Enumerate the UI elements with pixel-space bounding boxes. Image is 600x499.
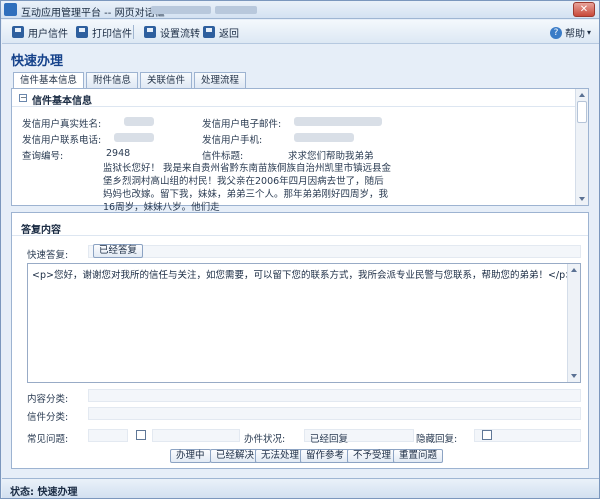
chevron-down-icon: ▾ — [586, 28, 591, 37]
reject-button[interactable]: 不予受理 — [347, 449, 398, 463]
save-icon — [76, 26, 88, 38]
redacted-value — [124, 117, 154, 126]
blurred-title-segment — [151, 6, 211, 14]
letter-info-scrollbar[interactable] — [575, 89, 588, 205]
scroll-up-icon[interactable] — [571, 268, 577, 272]
scroll-up-icon[interactable] — [579, 93, 585, 97]
resolved-button[interactable]: 已经解决 — [210, 449, 261, 463]
set-flow-label: 设置流转 — [160, 28, 200, 40]
tab-process-flow[interactable]: 处理流程 — [194, 72, 247, 88]
back-label: 返回 — [219, 28, 239, 40]
help-icon: ? — [549, 26, 562, 39]
letter-category-label: 信件分类: — [27, 412, 69, 423]
content-category-label: 内容分类: — [27, 394, 69, 405]
close-button[interactable]: ✕ — [573, 2, 595, 17]
cannot-handle-button[interactable]: 无法处理 — [255, 449, 306, 463]
editor-scrollbar[interactable] — [567, 264, 580, 382]
back-button[interactable]: 返回 — [203, 25, 239, 40]
reset-question-button[interactable]: 重置问题 — [393, 449, 444, 463]
title-bar: 互动应用管理平台 -- 网页对话框 ✕ — [1, 1, 599, 19]
toolbar: 用户信件 打印信件 设置流转 返回 ? 帮助 ▾ — [2, 20, 599, 44]
user-letters-label: 用户信件 — [28, 28, 68, 40]
reply-title: 答复内容 — [21, 225, 61, 236]
subject-label: 信件标题: — [202, 151, 244, 162]
subject-value: 求求您们帮助我弟弟 — [288, 151, 374, 162]
status-bar: 状态: 快速办理 — [2, 478, 599, 498]
content-category-field[interactable] — [88, 389, 581, 402]
quick-reply-row — [88, 245, 581, 258]
keep-for-reference-button[interactable]: 留作参考 — [300, 449, 351, 463]
save-icon — [203, 26, 215, 38]
hide-reply-checkbox[interactable] — [482, 430, 492, 440]
scroll-down-icon[interactable] — [571, 374, 577, 378]
status-value: 已经回复 — [310, 434, 349, 445]
faq-label: 常见问题: — [27, 434, 69, 445]
reply-panel: 答复内容 快速答复: 已经答复 <p>您好，谢谢您对我所的信任与关注，如您需要，… — [11, 212, 589, 469]
reply-editor-text[interactable]: <p>您好，谢谢您对我所的信任与关注，如您需要，可以留下您的联系方式，我所会派专… — [32, 267, 573, 281]
faq-checkbox[interactable] — [136, 430, 146, 440]
letter-info-header: − 信件基本信息 — [12, 89, 575, 107]
blurred-title-segment — [215, 6, 257, 14]
quick-reply-label: 快速答复: — [27, 250, 69, 261]
letter-info-panel: − 信件基本信息 发信用户真实姓名: 发信用户电子邮件: 发信用户联系电话: 发… — [11, 88, 589, 213]
collapse-icon[interactable]: − — [19, 94, 27, 102]
status-text: 状态: 快速办理 — [10, 487, 78, 498]
faq-field — [88, 429, 128, 442]
phone-label: 发信用户联系电话: — [22, 135, 102, 146]
status-label: 办件状况: — [244, 434, 286, 445]
toolbar-separator — [133, 25, 134, 39]
page-title: 快速办理 — [11, 54, 64, 69]
query-no-value: 2948 — [106, 148, 131, 159]
window-title: 互动应用管理平台 -- 网页对话框 — [21, 8, 165, 19]
set-flow-button[interactable]: 设置流转 — [144, 25, 200, 40]
app-icon — [4, 3, 17, 16]
letter-content: 监狱长您好！ 我是来自贵州省黔东南苗族侗族自治州凯里市镇远县金堡乡烈洞村高山组的… — [103, 163, 392, 213]
redacted-value — [294, 117, 382, 126]
scroll-thumb[interactable] — [577, 101, 587, 123]
real-name-label: 发信用户真实姓名: — [22, 119, 102, 130]
tab-letter-info[interactable]: 信件基本信息 — [13, 72, 85, 89]
user-letters-button[interactable]: 用户信件 — [12, 25, 68, 40]
letter-info-title: 信件基本信息 — [32, 96, 92, 107]
redacted-value — [114, 133, 154, 142]
faq-row-fill — [152, 429, 240, 442]
in-progress-button[interactable]: 办理中 — [170, 449, 211, 463]
quick-reply-button[interactable]: 已经答复 — [93, 244, 144, 258]
letter-category-field[interactable] — [88, 407, 581, 420]
save-icon — [12, 26, 24, 38]
mobile-label: 发信用户手机: — [202, 135, 263, 146]
print-letter-label: 打印信件 — [92, 28, 132, 40]
tab-attachments[interactable]: 附件信息 — [86, 72, 139, 88]
redacted-value — [294, 133, 354, 142]
hide-reply-label: 隐藏回复: — [416, 434, 458, 445]
email-label: 发信用户电子邮件: — [202, 119, 282, 130]
reply-editor[interactable]: <p>您好，谢谢您对我所的信任与关注，如您需要，可以留下您的联系方式，我所会派专… — [27, 263, 581, 383]
scroll-down-icon[interactable] — [579, 197, 585, 201]
print-letter-button[interactable]: 打印信件 — [76, 25, 132, 40]
tab-strip: 信件基本信息 附件信息 关联信件 处理流程 — [13, 72, 248, 89]
query-no-label: 查询编号: — [22, 151, 64, 162]
divider — [12, 235, 588, 236]
save-icon — [144, 26, 156, 38]
dialog-window: 互动应用管理平台 -- 网页对话框 ✕ 用户信件 打印信件 设置流转 返回 ? … — [0, 0, 600, 499]
help-label: 帮助 — [564, 29, 585, 40]
tab-related-letters[interactable]: 关联信件 — [140, 72, 193, 88]
help-menu[interactable]: ? 帮助 ▾ — [549, 25, 591, 40]
